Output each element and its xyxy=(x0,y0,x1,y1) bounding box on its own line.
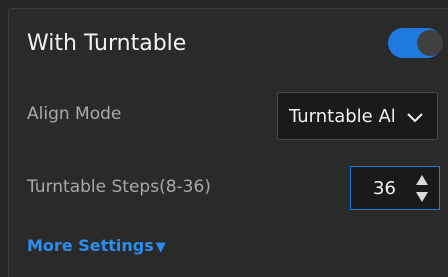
triangle-down-icon: ▼ xyxy=(155,240,166,255)
align-mode-dropdown[interactable]: Turntable Alignment xyxy=(277,92,438,140)
toggle-knob xyxy=(417,30,443,56)
more-settings-link[interactable]: More Settings ▼ xyxy=(27,236,166,255)
more-settings-label: More Settings xyxy=(27,236,154,255)
turntable-steps-value: 36 xyxy=(373,178,396,199)
turntable-steps-spinbox[interactable]: 36 xyxy=(350,166,440,210)
turntable-toggle[interactable] xyxy=(388,28,443,58)
increment-arrow-icon[interactable] xyxy=(415,174,429,186)
turntable-steps-label: Turntable Steps(8-36) xyxy=(27,177,211,197)
align-mode-label: Align Mode xyxy=(27,104,122,124)
decrement-arrow-icon[interactable] xyxy=(415,191,429,203)
align-mode-selected-value: Turntable Alignment xyxy=(289,106,394,127)
chevron-down-icon xyxy=(407,113,423,123)
with-turntable-title: With Turntable xyxy=(27,31,187,56)
